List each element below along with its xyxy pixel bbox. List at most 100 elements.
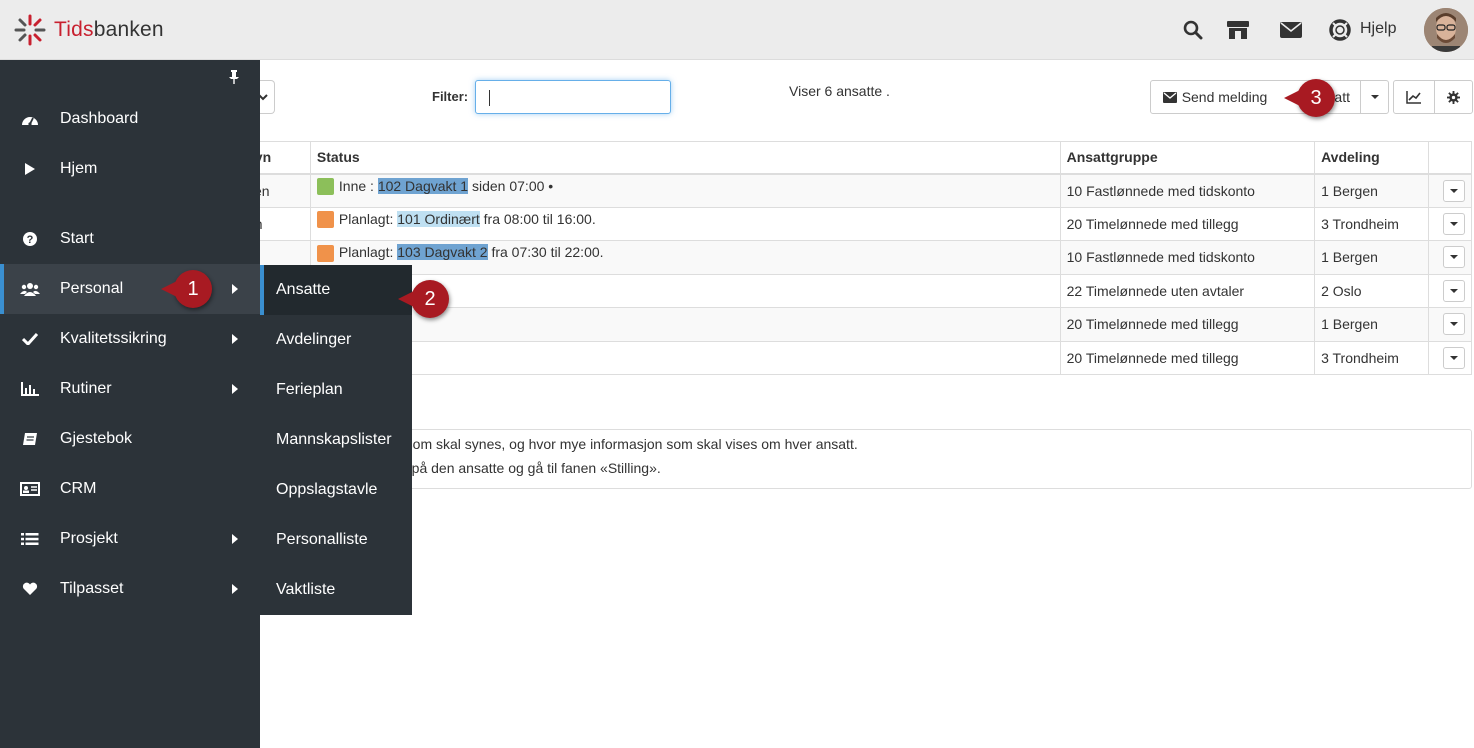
sidebar-item-label: Start	[60, 230, 94, 247]
row-actions	[1427, 340, 1473, 375]
submenu-item-vaktliste[interactable]: Vaktliste	[260, 565, 412, 615]
submenu-item-oppslagstavle[interactable]: Oppslagstavle	[260, 465, 412, 515]
table-row[interactable]: sen Inne : 102 Dagvakt 1 siden 07:00 • 1…	[240, 173, 1473, 208]
row-actions	[1427, 273, 1473, 308]
search-icon[interactable]	[1181, 18, 1205, 42]
filter-input[interactable]	[475, 80, 671, 114]
table-row[interactable]: en Planlagt: 101 Ordinært fra 08:00 til …	[240, 206, 1473, 241]
column-header-status[interactable]: Status	[309, 141, 1061, 175]
status-label: Inne :	[338, 177, 378, 194]
statistics-button[interactable]	[1393, 80, 1435, 114]
column-header-department[interactable]: Avdeling	[1314, 141, 1429, 175]
info-line-2: n på den ansatte og gå til fanen «Stilli…	[400, 460, 661, 476]
status-shift: 102 Dagvakt 1	[377, 177, 469, 194]
submenu-item-ansatte[interactable]: Ansatte	[260, 265, 412, 315]
sidebar-item-dashboard[interactable]: Dashboard	[0, 94, 260, 144]
caret-right-icon	[232, 384, 238, 394]
status-rest: fra 08:00 til 16:00.	[479, 210, 596, 227]
help-link[interactable]: Hjelp	[1360, 20, 1396, 38]
status-indicator	[316, 178, 334, 196]
sidebar-item-label: Tilpasset	[60, 580, 124, 597]
caret-down-icon	[1449, 322, 1458, 327]
settings-button[interactable]	[1434, 80, 1473, 114]
callout-badge-3: 3	[1284, 79, 1335, 117]
tidsbanken-logo[interactable]: Tidsbanken	[14, 14, 164, 46]
status-shift: 101 Ordinært	[397, 210, 480, 227]
employee-group: 20 Timelønnede med tillegg	[1059, 340, 1316, 375]
new-employee-label: att	[1334, 89, 1350, 105]
submenu-item-avdelinger[interactable]: Avdelinger	[260, 315, 412, 365]
table-row[interactable]: Planlagt: 103 Dagvakt 2 fra 07:30 til 22…	[240, 240, 1473, 275]
sidebar: Dashboard Hjem ? Start Personal Kvalitet…	[0, 60, 260, 748]
caret-down-icon	[1449, 288, 1458, 293]
row-actions-dropdown[interactable]	[1442, 313, 1465, 336]
submenu-item-mannskapslister[interactable]: Mannskapslister	[260, 415, 412, 465]
envelope-icon	[1162, 91, 1177, 103]
row-actions-dropdown[interactable]	[1442, 346, 1465, 369]
row-actions-dropdown[interactable]	[1442, 279, 1465, 302]
sidebar-item-label: Kvalitetssikring	[60, 330, 167, 347]
lifebuoy-icon[interactable]	[1328, 18, 1352, 42]
employee-group: 20 Timelønnede med tillegg	[1059, 307, 1316, 342]
sidebar-item-gjestebok[interactable]: Gjestebok	[0, 414, 260, 464]
employee-department: 2 Oslo	[1314, 273, 1429, 308]
employee-department: 3 Trondheim	[1314, 206, 1429, 241]
sidebar-item-prosjekt[interactable]: Prosjekt	[0, 514, 260, 564]
submenu-item-ferieplan[interactable]: Ferieplan	[260, 365, 412, 415]
row-actions-dropdown[interactable]	[1442, 179, 1465, 202]
employee-group: 10 Fastlønnede med tidskonto	[1059, 240, 1316, 275]
send-message-button[interactable]: Send melding	[1150, 80, 1280, 114]
logo-text-tids: Tids	[54, 18, 94, 41]
svg-text:?: ?	[27, 234, 34, 246]
status-cell: Planlagt: 103 Dagvakt 2 fra 07:30 til 22…	[309, 240, 1061, 275]
top-bar: Tidsbanken Hjelp	[0, 0, 1474, 60]
status-cell: Inne : 102 Dagvakt 1 siden 07:00 •	[309, 173, 1061, 208]
id-card-icon	[20, 479, 40, 499]
info-panel: e som skal synes, og hvor mye informasjo…	[240, 429, 1472, 489]
check-icon	[20, 329, 40, 349]
new-employee-dropdown-toggle[interactable]	[1360, 80, 1389, 114]
caret-right-icon	[232, 584, 238, 594]
caret-down-icon	[1449, 255, 1458, 260]
sidebar-item-label: Rutiner	[60, 380, 112, 397]
sidebar-item-start[interactable]: ? Start	[0, 214, 260, 264]
sidebar-item-hjem[interactable]: Hjem	[0, 144, 260, 194]
tidsbanken-star-logo-icon	[14, 14, 46, 46]
caret-down-icon	[1449, 221, 1458, 226]
pin-icon[interactable]	[228, 70, 240, 87]
store-icon[interactable]	[1226, 18, 1250, 42]
dashboard-icon	[20, 109, 40, 129]
line-chart-icon	[1406, 91, 1421, 104]
callout-badge-1: 1	[161, 270, 212, 308]
table-row[interactable]: ering 20 Timelønnede med tillegg 3 Trond…	[240, 340, 1473, 375]
sidebar-item-crm[interactable]: CRM	[0, 464, 260, 514]
status-rest: fra 07:30 til 22:00.	[487, 244, 604, 260]
book-icon	[20, 429, 40, 449]
user-avatar[interactable]	[1424, 8, 1468, 52]
sidebar-item-personal[interactable]: Personal	[0, 264, 260, 314]
sidebar-item-rutiner[interactable]: Rutiner	[0, 364, 260, 414]
employee-department: 1 Bergen	[1314, 173, 1429, 208]
sidebar-item-label: Gjestebok	[60, 430, 133, 447]
send-message-label: Send melding	[1181, 89, 1268, 105]
column-header-employee-group[interactable]: Ansattgruppe	[1059, 141, 1316, 175]
sidebar-item-tilpasset[interactable]: Tilpasset	[0, 564, 260, 614]
submenu-item-personalliste[interactable]: Personalliste	[260, 515, 412, 565]
caret-right-icon	[232, 534, 238, 544]
employee-group: 20 Timelønnede med tillegg	[1059, 206, 1316, 241]
envelope-icon[interactable]	[1279, 18, 1303, 42]
personal-submenu: Ansatte Avdelinger Ferieplan Mannskapsli…	[260, 265, 412, 615]
employee-department: 1 Bergen	[1314, 307, 1429, 342]
status-label: Planlagt:	[338, 244, 398, 260]
row-actions-dropdown[interactable]	[1442, 212, 1465, 235]
status-indicator	[316, 244, 334, 262]
employee-group: 10 Fastlønnede med tidskonto	[1059, 173, 1316, 208]
employee-group: 22 Timelønnede uten avtaler	[1059, 273, 1316, 308]
sidebar-item-kvalitetssikring[interactable]: Kvalitetssikring	[0, 314, 260, 364]
status-shift: 103 Dagvakt 2	[397, 244, 488, 260]
row-actions	[1427, 173, 1473, 208]
row-actions	[1427, 206, 1473, 241]
gear-icon	[1447, 90, 1460, 104]
caret-right-icon	[232, 334, 238, 344]
row-actions-dropdown[interactable]	[1442, 246, 1465, 269]
